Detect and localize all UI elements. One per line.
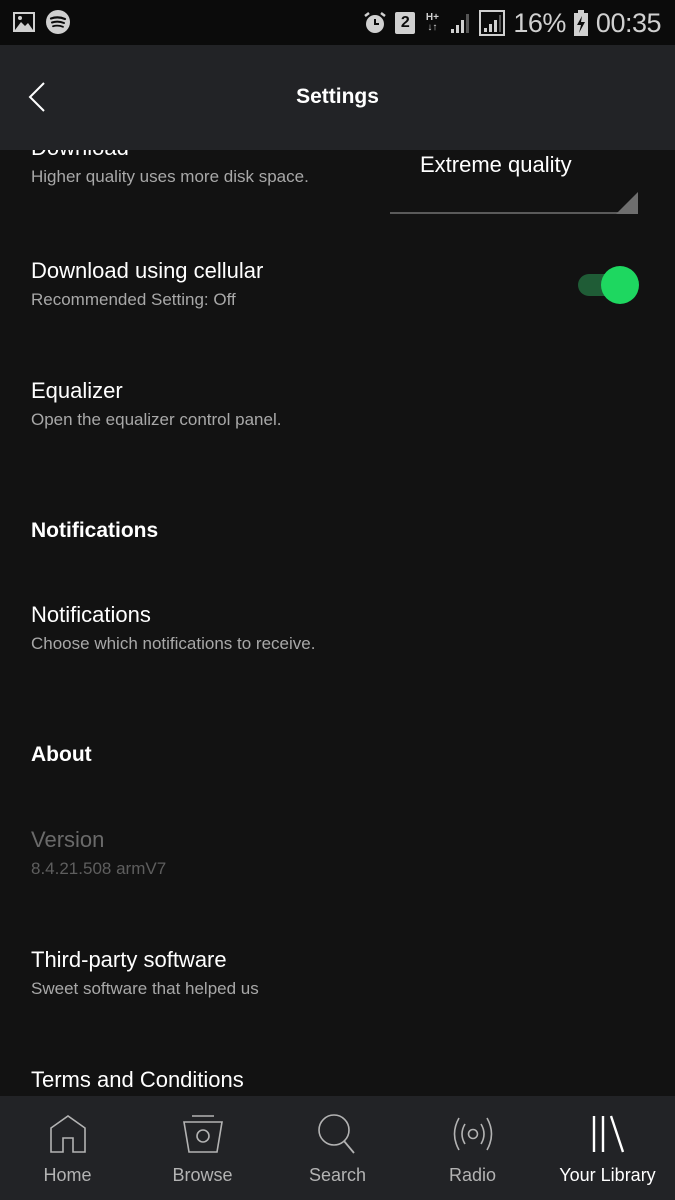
dropdown-arrow-icon: [616, 192, 638, 214]
gallery-icon: [13, 12, 35, 32]
notifications-setting[interactable]: Notifications Choose which notifications…: [31, 602, 644, 655]
terms-setting[interactable]: Terms and Conditions: [31, 1067, 644, 1093]
home-icon: [49, 1115, 86, 1153]
tab-home-label: Home: [43, 1165, 92, 1185]
search-icon: [317, 1114, 355, 1154]
equalizer-title: Equalizer: [31, 378, 123, 403]
third-party-setting[interactable]: Third-party software Sweet software that…: [31, 947, 644, 1000]
download-cellular-toggle[interactable]: [578, 266, 640, 304]
third-party-title: Third-party software: [31, 947, 227, 972]
library-icon: [592, 1115, 624, 1153]
tab-browse-label: Browse: [172, 1165, 233, 1185]
tab-search[interactable]: Search: [270, 1096, 405, 1200]
page-title: Settings: [296, 85, 379, 108]
notifications-title: Notifications: [31, 602, 151, 627]
sim2-badge: 2: [395, 12, 416, 34]
download-cellular-setting: Download using cellular Recommended Sett…: [31, 258, 644, 311]
tab-home[interactable]: Home: [0, 1096, 135, 1200]
battery-charging-icon: [573, 10, 588, 36]
status-bar: 2 H+ ↓↑ 16% 00:35: [0, 0, 675, 45]
battery-percent: 16%: [513, 7, 566, 38]
network-activity-label: ↓↑: [427, 22, 438, 33]
tab-radio-label: Radio: [448, 1165, 497, 1185]
version-title: Version: [31, 827, 105, 852]
bottom-navigation: Home Browse Search Radio Your Library: [0, 1096, 675, 1200]
tab-your-library-label: Your Library: [559, 1165, 656, 1185]
equalizer-subtitle: Open the equalizer control panel.: [31, 410, 282, 429]
download-cellular-subtitle: Recommended Setting: Off: [31, 290, 236, 309]
toggle-knob: [601, 266, 639, 304]
third-party-subtitle: Sweet software that helped us: [31, 979, 259, 998]
radio-icon: [453, 1117, 492, 1151]
version-setting: Version 8.4.21.508 armV7: [31, 827, 644, 880]
section-header-notifications: Notifications: [31, 519, 159, 542]
network-hplus-icon: H+ ↓↑: [423, 13, 441, 33]
section-header-about: About: [31, 743, 92, 766]
browse-icon: [182, 1115, 223, 1153]
signal-icon: [451, 14, 470, 33]
notifications-subtitle: Choose which notifications to receive.: [31, 634, 316, 653]
dropdown-underline: [390, 212, 638, 214]
download-quality-dropdown[interactable]: Extreme quality: [390, 150, 638, 214]
clock: 00:35: [595, 7, 662, 38]
terms-title: Terms and Conditions: [31, 1067, 244, 1092]
app-header: Settings: [0, 45, 675, 150]
spotify-icon: [46, 10, 70, 34]
settings-list[interactable]: Download Higher quality uses more disk s…: [0, 150, 675, 1096]
tab-browse[interactable]: Browse: [135, 1096, 270, 1200]
download-quality-value: Extreme quality: [420, 152, 572, 177]
tab-search-label: Search: [308, 1165, 367, 1185]
version-value: 8.4.21.508 armV7: [31, 859, 167, 878]
download-cellular-title: Download using cellular: [31, 258, 264, 283]
tab-radio[interactable]: Radio: [405, 1096, 540, 1200]
signal-boxed-icon: [479, 10, 506, 36]
equalizer-setting[interactable]: Equalizer Open the equalizer control pan…: [31, 378, 644, 431]
alarm-icon: [364, 12, 387, 33]
tab-your-library[interactable]: Your Library: [540, 1096, 675, 1200]
